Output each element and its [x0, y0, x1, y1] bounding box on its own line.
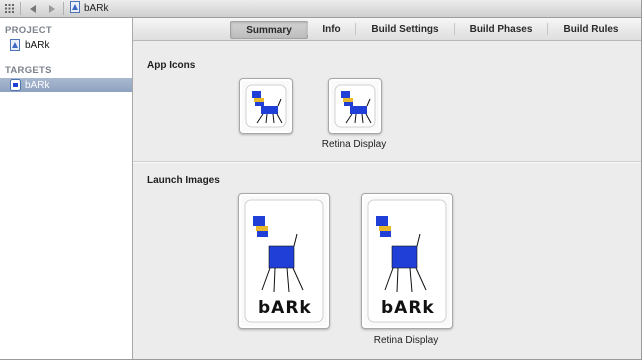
- target-editor: Summary Info Build Settings Build Phases…: [133, 18, 641, 359]
- app-icons-title: App Icons: [147, 60, 196, 71]
- project-file-icon: [70, 1, 81, 16]
- dog-drawing-icon: [334, 84, 376, 128]
- sidebar-item-target[interactable]: bARk: [0, 78, 132, 92]
- forward-arrow-icon[interactable]: [44, 2, 58, 15]
- xcode-window: bARk PROJECT bARk TARGETS bARk Summary I…: [0, 0, 642, 360]
- dog-drawing-icon: [245, 84, 287, 128]
- breadcrumb[interactable]: bARk: [70, 1, 109, 16]
- launch-images-title: Launch Images: [147, 175, 220, 186]
- launch-image-well[interactable]: bARk: [238, 193, 330, 329]
- app-icon-retina-caption: Retina Display: [321, 139, 387, 150]
- splash-title: bARk: [258, 298, 312, 318]
- project-file-icon: [10, 39, 20, 51]
- sidebar-item-label: bARk: [25, 79, 50, 91]
- target-app-icon: [10, 79, 21, 91]
- tab-summary[interactable]: Summary: [230, 21, 308, 39]
- launch-image-retina-well[interactable]: bARk: [361, 193, 453, 329]
- app-icon-retina-well[interactable]: [328, 78, 382, 134]
- editor-tab-bar: Summary Info Build Settings Build Phases…: [133, 18, 641, 41]
- tab-info[interactable]: Info: [309, 21, 354, 37]
- tab-build-phases[interactable]: Build Phases: [456, 21, 546, 37]
- project-navigator: PROJECT bARk TARGETS bARk: [0, 18, 133, 359]
- jump-bar: bARk: [0, 0, 641, 18]
- targets-section-header: TARGETS: [5, 65, 52, 76]
- sidebar-item-project[interactable]: bARk: [0, 38, 132, 52]
- section-divider: [133, 161, 641, 163]
- launch-image-retina-caption: Retina Display: [373, 335, 439, 346]
- splash-title: bARk: [381, 298, 435, 318]
- back-arrow-icon[interactable]: [26, 2, 40, 15]
- sidebar-item-label: bARk: [25, 39, 50, 51]
- project-section-header: PROJECT: [5, 25, 52, 36]
- grid-icon[interactable]: [2, 2, 16, 15]
- app-icon-well[interactable]: [239, 78, 293, 134]
- tab-build-rules[interactable]: Build Rules: [549, 21, 633, 37]
- breadcrumb-project-name: bARk: [84, 3, 109, 14]
- tab-build-settings[interactable]: Build Settings: [357, 21, 453, 37]
